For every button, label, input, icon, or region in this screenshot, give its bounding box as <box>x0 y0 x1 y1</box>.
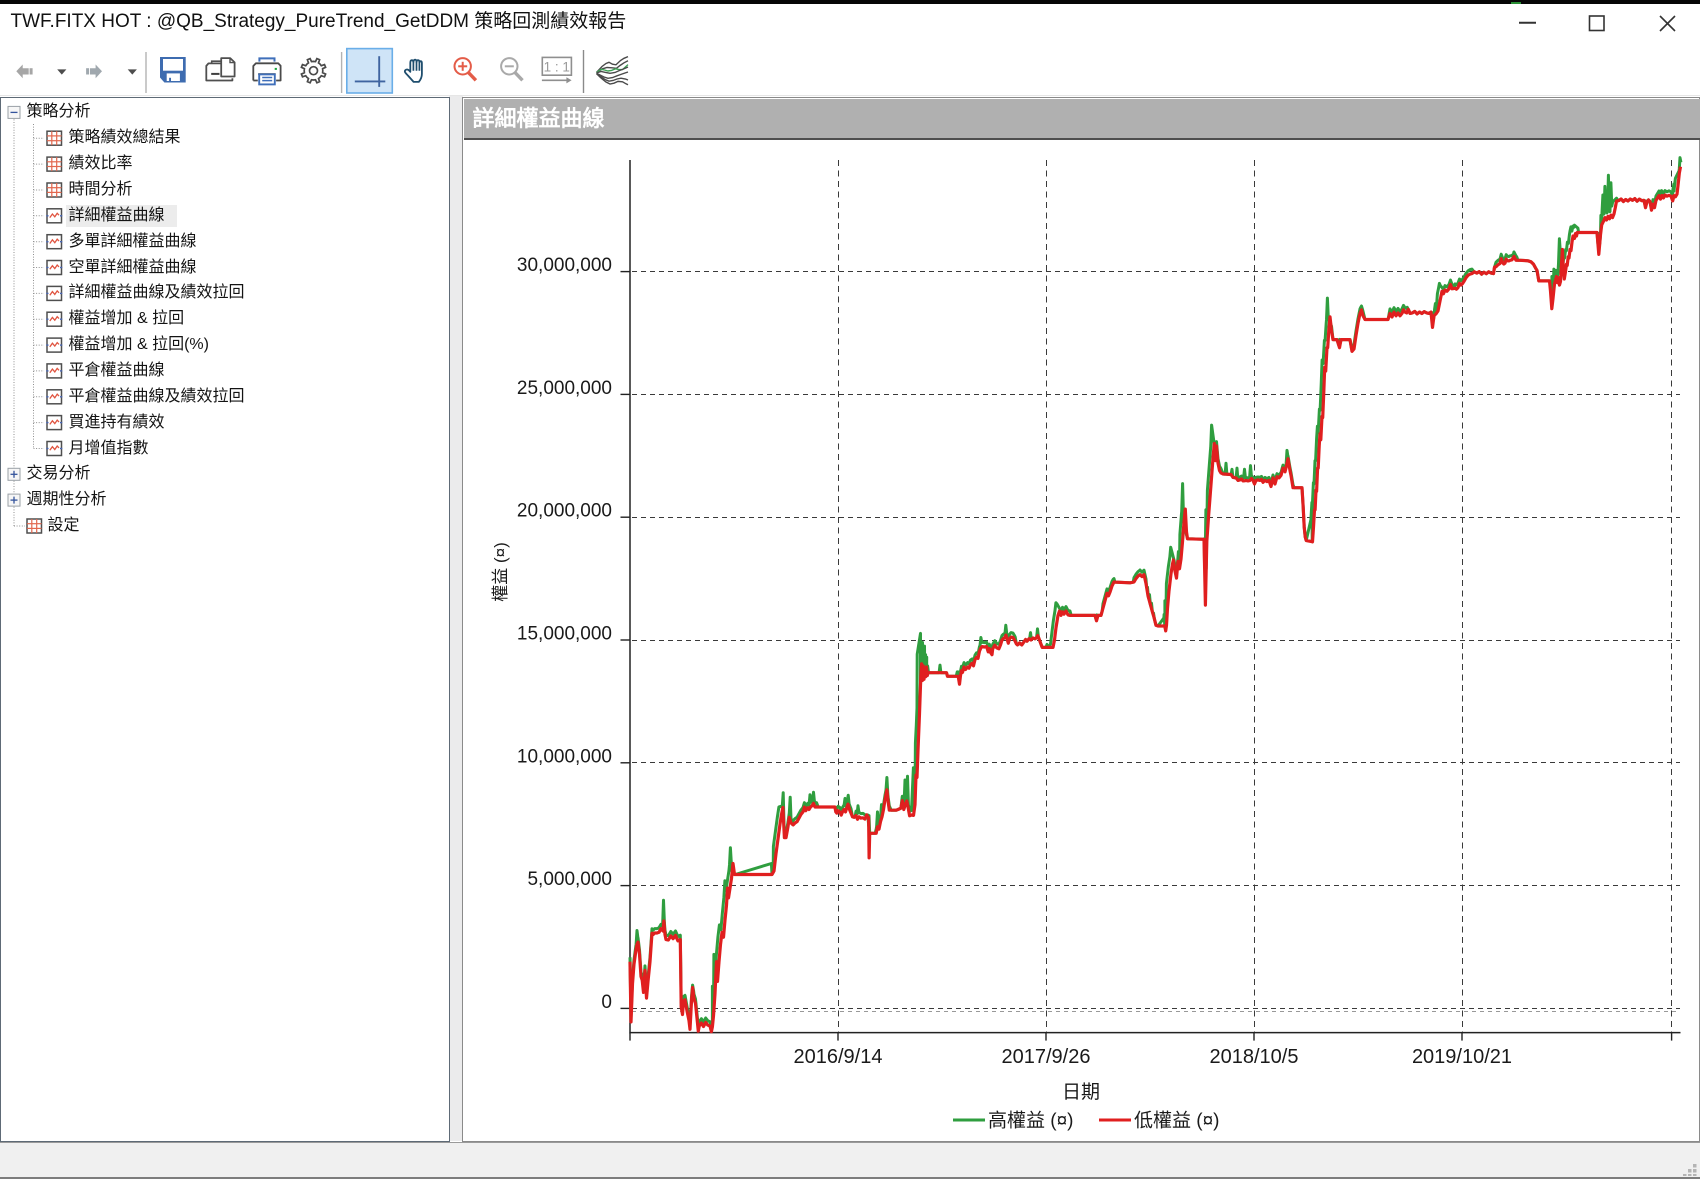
svg-text:5,000,000: 5,000,000 <box>527 869 612 890</box>
svg-text:2018/10/5: 2018/10/5 <box>1210 1046 1299 1068</box>
svg-text:20,000,000: 20,000,000 <box>517 501 612 522</box>
svg-text:權益 (¤): 權益 (¤) <box>491 542 510 602</box>
svg-text:2016/9/14: 2016/9/14 <box>794 1046 883 1068</box>
svg-text:2017/9/26: 2017/9/26 <box>1002 1046 1091 1068</box>
svg-text:高權益 (¤): 高權益 (¤) <box>988 1110 1074 1132</box>
svg-text:10,000,000: 10,000,000 <box>517 746 612 767</box>
svg-text:15,000,000: 15,000,000 <box>517 624 612 645</box>
svg-text:2019/10/21: 2019/10/21 <box>1412 1046 1512 1068</box>
svg-text:低權益 (¤): 低權益 (¤) <box>1134 1110 1220 1132</box>
svg-text:1 : 1: 1 : 1 <box>544 59 570 74</box>
svg-text:30,000,000: 30,000,000 <box>517 255 612 276</box>
svg-text:日期: 日期 <box>1062 1081 1100 1103</box>
svg-text:0: 0 <box>601 992 612 1013</box>
svg-text:25,000,000: 25,000,000 <box>517 378 612 399</box>
